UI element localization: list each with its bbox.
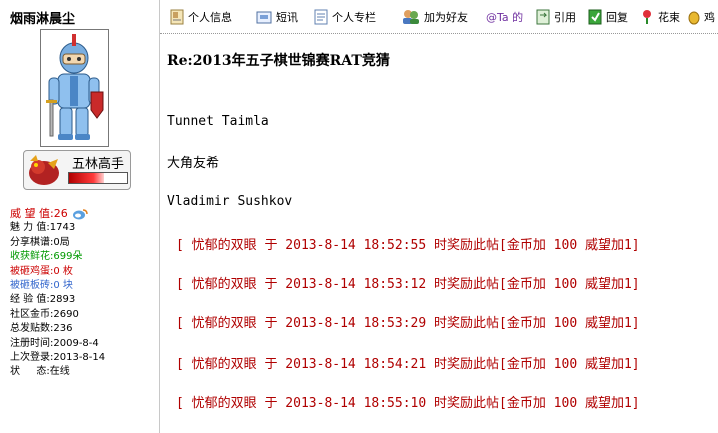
column-link[interactable]: 个人专栏	[314, 8, 376, 26]
flower-button[interactable]: 花束	[640, 8, 680, 26]
egg-button[interactable]: 鸡	[688, 8, 715, 26]
reply-icon	[588, 9, 602, 25]
stat-row: 威 望 值:26	[10, 207, 158, 221]
message-link[interactable]: 短讯	[256, 8, 298, 26]
stat-value: 2009-8-4	[53, 337, 99, 349]
profile-card-icon	[170, 9, 184, 25]
post-title: Re:2013年五子棋世锦赛RAT竞猜	[167, 53, 390, 69]
author-sidebar: 烟雨淋晨尘 五林高手 威 望 值:26 魅 力 值:1743 分享棋谱:0局 收…	[0, 0, 160, 433]
stat-value: 2690	[53, 308, 79, 320]
at-link[interactable]: @Ta 的	[486, 8, 523, 26]
reward-record: [ 忧郁的双眼 于 2013-8-14 18:53:29 时奖励此帖[金币加 1…	[176, 316, 640, 331]
stat-label: 总发贴数	[10, 323, 50, 335]
message-label: 短讯	[276, 11, 298, 24]
reward-record: [ 忧郁的双眼 于 2013-8-14 18:52:55 时奖励此帖[金币加 1…	[176, 238, 640, 253]
stat-label: 被砸板砖	[10, 280, 50, 292]
stat-value: 2013-8-14	[53, 352, 106, 364]
stat-label: 上次登录	[10, 352, 50, 364]
stat-row: 分享棋谱:0局	[10, 236, 158, 250]
quote-button[interactable]: 引用	[536, 8, 576, 26]
stat-row: 总发贴数:236	[10, 322, 158, 336]
stat-value: 0 枚	[53, 265, 73, 277]
quote-icon	[536, 9, 550, 25]
stat-row: 经 验 值:2893	[10, 293, 158, 307]
flower-label: 花束	[658, 11, 680, 24]
stat-row: 上次登录:2013-8-14	[10, 351, 158, 365]
author-username[interactable]: 烟雨淋晨尘	[10, 8, 75, 27]
column-label: 个人专栏	[332, 11, 376, 24]
rank-progress-fill	[69, 173, 104, 183]
stat-row: 被砸鸡蛋:0 枚	[10, 265, 158, 279]
reward-record: [ 忧郁的双眼 于 2013-8-14 18:53:12 时奖励此帖[金币加 1…	[176, 277, 640, 292]
stat-row: 魅 力 值:1743	[10, 221, 158, 235]
stat-value: 0 块	[53, 280, 73, 292]
stat-value: 0局	[53, 236, 70, 248]
reply-label: 回复	[606, 11, 628, 24]
message-icon	[256, 11, 272, 24]
stat-value: 236	[53, 323, 73, 335]
post-line: Vladimir Sushkov	[167, 194, 293, 209]
stat-label: 魅 力 值	[10, 222, 47, 234]
dragon-rank-icon	[29, 155, 59, 185]
stat-row: 社区金币:2690	[10, 308, 158, 322]
add-friend-icon	[403, 10, 419, 24]
stat-label: 被砸鸡蛋	[10, 265, 50, 277]
stat-row: 收获鲜花:699朵	[10, 250, 158, 264]
stat-label: 状 态	[10, 366, 47, 378]
stat-value: 699朵	[53, 251, 83, 263]
weibo-icon[interactable]	[72, 208, 88, 220]
stat-label: 威 望 值	[10, 207, 50, 220]
post-content: Re:2013年五子棋世锦赛RAT竞猜 Tunnet Taimla 大角友希 V…	[160, 34, 718, 433]
rank-badge: 五林高手	[23, 150, 131, 190]
egg-icon	[688, 11, 700, 25]
stat-value: 2893	[49, 294, 76, 306]
profile-label: 个人信息	[188, 11, 232, 24]
stat-row: 状 态:在线	[10, 365, 158, 379]
egg-label: 鸡	[704, 11, 715, 24]
rank-progress-bar	[68, 172, 128, 184]
stat-label: 分享棋谱	[10, 236, 50, 248]
reward-record: [ 忧郁的双眼 于 2013-8-14 18:55:10 时奖励此帖[金币加 1…	[176, 396, 640, 411]
stat-row: 被砸板砖:0 块	[10, 279, 158, 293]
stat-value: 在线	[49, 366, 70, 378]
author-avatar[interactable]	[40, 29, 109, 147]
quote-label: 引用	[554, 11, 576, 24]
reply-button[interactable]: 回复	[588, 8, 628, 26]
at-label: @Ta 的	[486, 11, 524, 24]
knight-avatar-icon	[46, 34, 104, 140]
stat-value: 1743	[49, 222, 76, 234]
profile-link[interactable]: 个人信息	[170, 8, 232, 26]
add-friend-label: 加为好友	[424, 11, 468, 24]
column-doc-icon	[314, 9, 328, 25]
stat-label: 社区金币	[10, 308, 50, 320]
stat-label: 注册时间	[10, 337, 50, 349]
stat-label: 收获鲜花	[10, 251, 50, 263]
add-friend-link[interactable]: 加为好友	[402, 8, 468, 26]
reward-record: [ 忧郁的双眼 于 2013-8-14 18:54:21 时奖励此帖[金币加 1…	[176, 357, 640, 372]
flower-icon	[643, 10, 651, 24]
stat-value: 26	[53, 207, 68, 220]
rank-name: 五林高手	[72, 157, 125, 172]
stat-row: 注册时间:2009-8-4	[10, 337, 158, 351]
author-stats: 威 望 值:26 魅 力 值:1743 分享棋谱:0局 收获鲜花:699朵 被砸鸡蛋:0…	[10, 207, 158, 380]
post-line: Tunnet Taimla	[167, 114, 269, 129]
post-line: 大角友希	[167, 156, 220, 171]
stat-label: 经 验 值	[10, 294, 47, 306]
post-toolbar: 个人信息 短讯 个人专栏 加为好友 @Ta 的 引用 回复 花束 鸡	[160, 0, 718, 34]
